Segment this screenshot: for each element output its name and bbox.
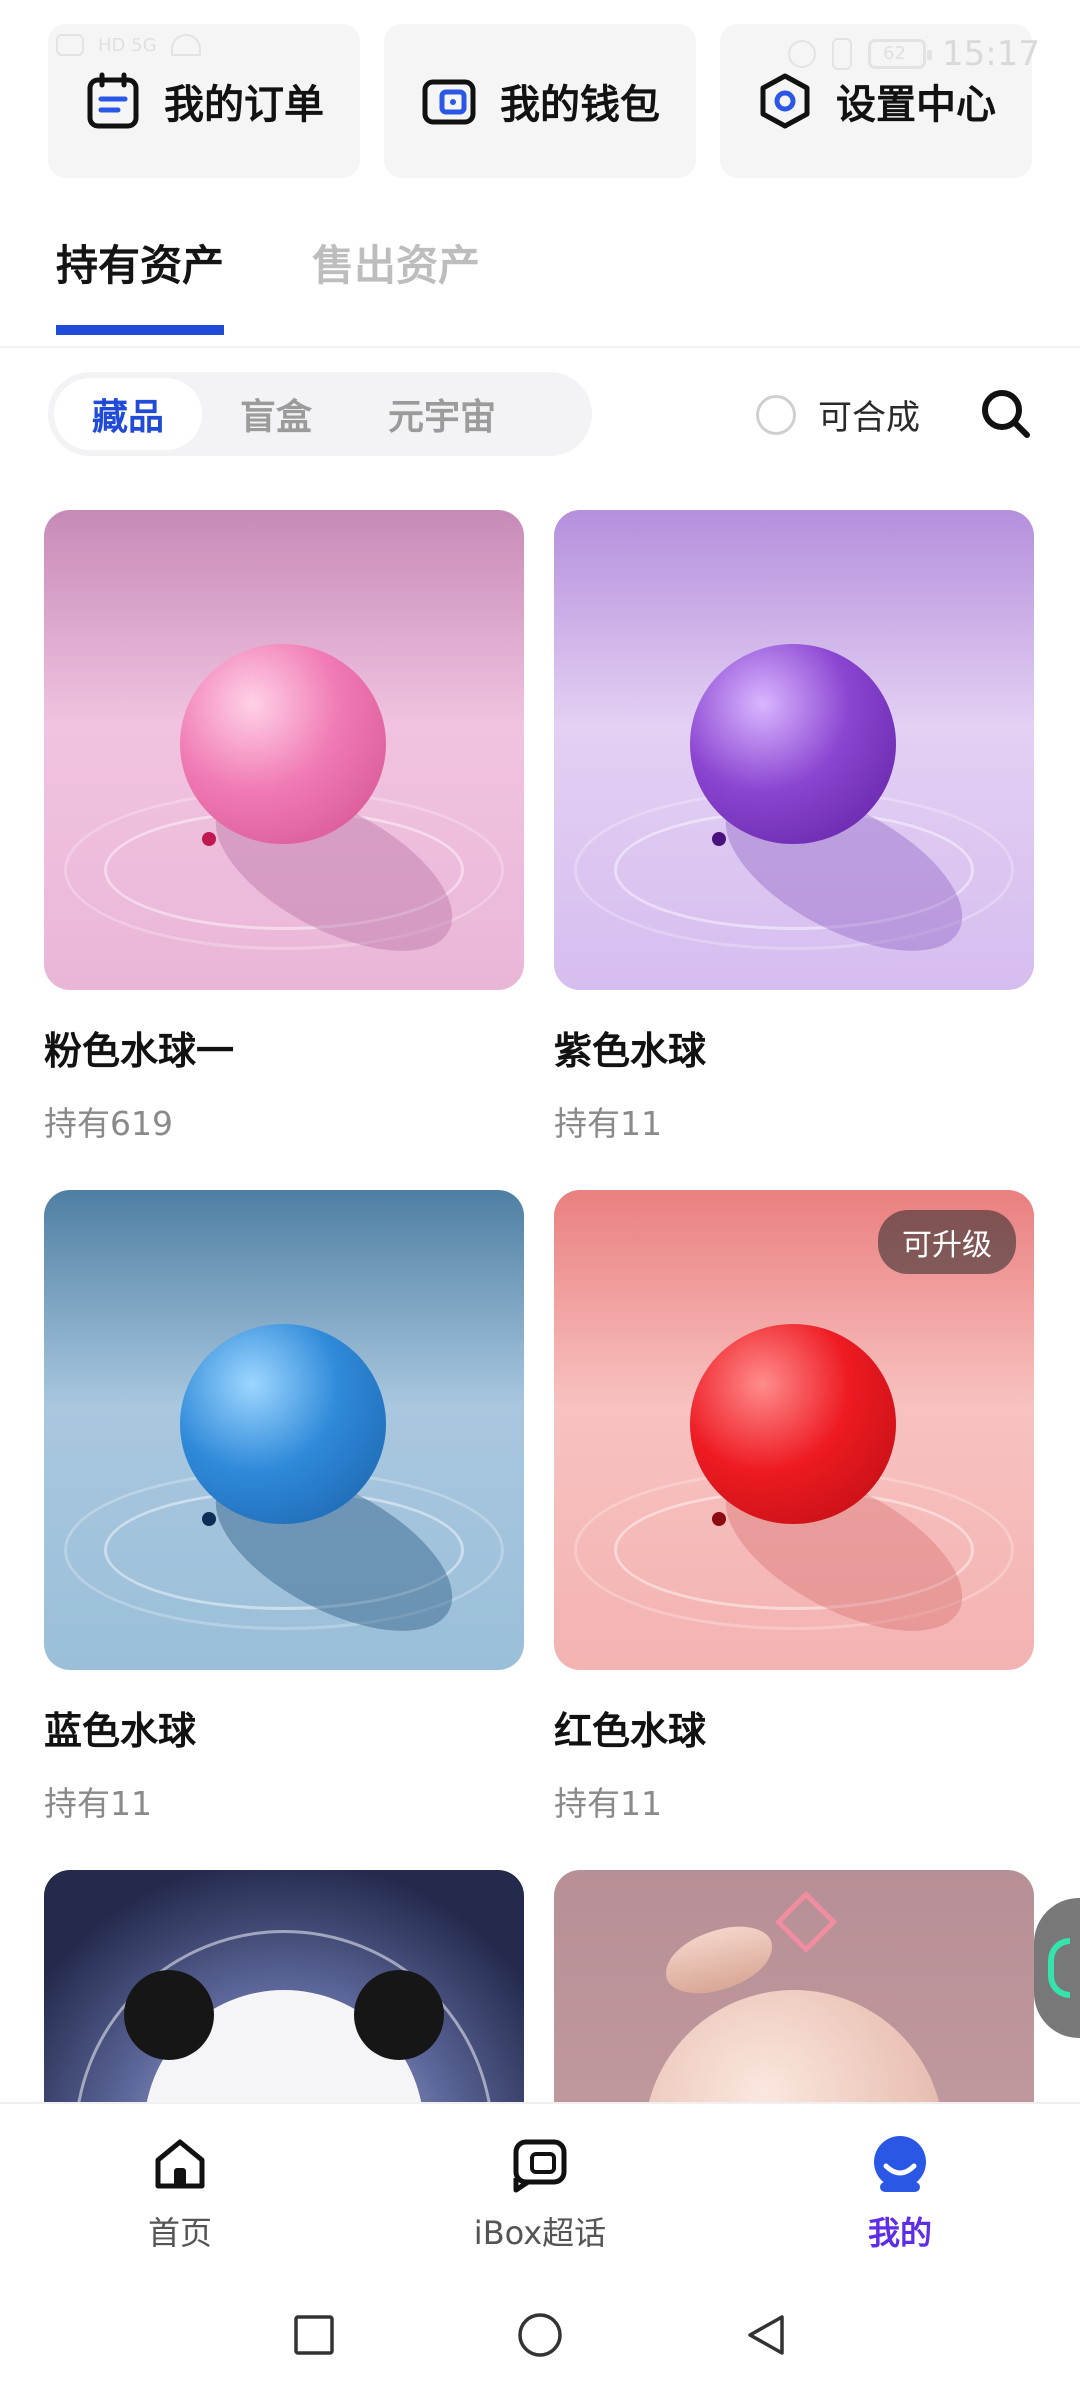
network-label: HD 5G (98, 34, 157, 56)
collection-holding: 持有11 (554, 1784, 662, 1823)
tabs-divider (0, 346, 1080, 348)
category-segmented-control: 藏品 盲盒 元宇宙 (48, 372, 592, 456)
tab-held-assets[interactable]: 持有资产 (56, 232, 225, 335)
nav-mine-label: 我的 (867, 2214, 932, 2252)
nav-home-label: 首页 (147, 2214, 212, 2252)
status-bar: HD 5G 62 15:17 (0, 0, 1080, 100)
search-icon[interactable] (978, 386, 1032, 440)
composable-label: 可合成 (818, 398, 920, 438)
bottom-navigation: 首页 iBox超话 我的 (0, 2102, 1080, 2282)
collection-image (554, 510, 1034, 990)
collection-card[interactable]: 蓝色水球 持有11 (44, 1190, 524, 1825)
collection-image: 可升级 (554, 1190, 1034, 1670)
composable-radio[interactable] (756, 394, 796, 435)
segment-metaverse[interactable]: 元宇宙 (350, 378, 534, 450)
nav-home[interactable]: 首页 (30, 2104, 330, 2282)
segment-blind-box[interactable]: 盲盒 (202, 378, 350, 450)
profile-icon (874, 2136, 926, 2192)
collection-card[interactable]: 粉色水球一 持有619 (44, 510, 524, 1145)
nav-ibox-label: iBox超话 (473, 2214, 607, 2252)
home-icon (155, 2139, 205, 2189)
collection-image (44, 1190, 524, 1670)
floating-assistant-button[interactable] (1034, 1898, 1080, 2038)
system-navigation-bar (0, 2282, 1080, 2388)
alarm-icon (788, 40, 817, 68)
upgradable-badge: 可升级 (878, 1210, 1016, 1274)
collection-holding: 持有619 (44, 1104, 173, 1143)
collection-holding: 持有11 (44, 1784, 152, 1823)
collection-image (44, 510, 524, 990)
collection-title: 红色水球 (554, 1709, 707, 1753)
composable-filter[interactable]: 可合成 (756, 390, 920, 439)
collection-title: 粉色水球一 (44, 1029, 235, 1073)
chat-icon (513, 2139, 567, 2193)
collection-title: 蓝色水球 (44, 1709, 197, 1753)
wifi-icon (170, 34, 201, 56)
nav-mine[interactable]: 我的 (750, 2104, 1050, 2282)
collection-card[interactable]: 可升级 红色水球 持有11 (554, 1190, 1034, 1825)
network-icon (56, 34, 84, 56)
back-triangle-icon[interactable] (742, 2311, 790, 2359)
tab-sold-assets[interactable]: 售出资产 (312, 232, 480, 335)
recent-apps-icon[interactable] (290, 2311, 338, 2359)
collection-holding: 持有11 (554, 1104, 662, 1143)
nav-ibox-chat[interactable]: iBox超话 (390, 2104, 690, 2282)
collection-card[interactable]: 紫色水球 持有11 (554, 510, 1034, 1145)
vibrate-icon (832, 38, 853, 70)
battery-icon: 62 (868, 39, 933, 69)
asset-tabs: 持有资产 售出资产 (56, 232, 480, 335)
segment-collectibles[interactable]: 藏品 (54, 378, 203, 450)
clock: 15:17 (942, 34, 1040, 74)
home-circle-icon[interactable] (516, 2311, 564, 2359)
my-assets-page: HD 5G 62 15:17 我的订单 我的钱包 设置中心 持有资产 售出资产 … (0, 0, 1080, 2388)
collection-title: 紫色水球 (554, 1029, 707, 1073)
